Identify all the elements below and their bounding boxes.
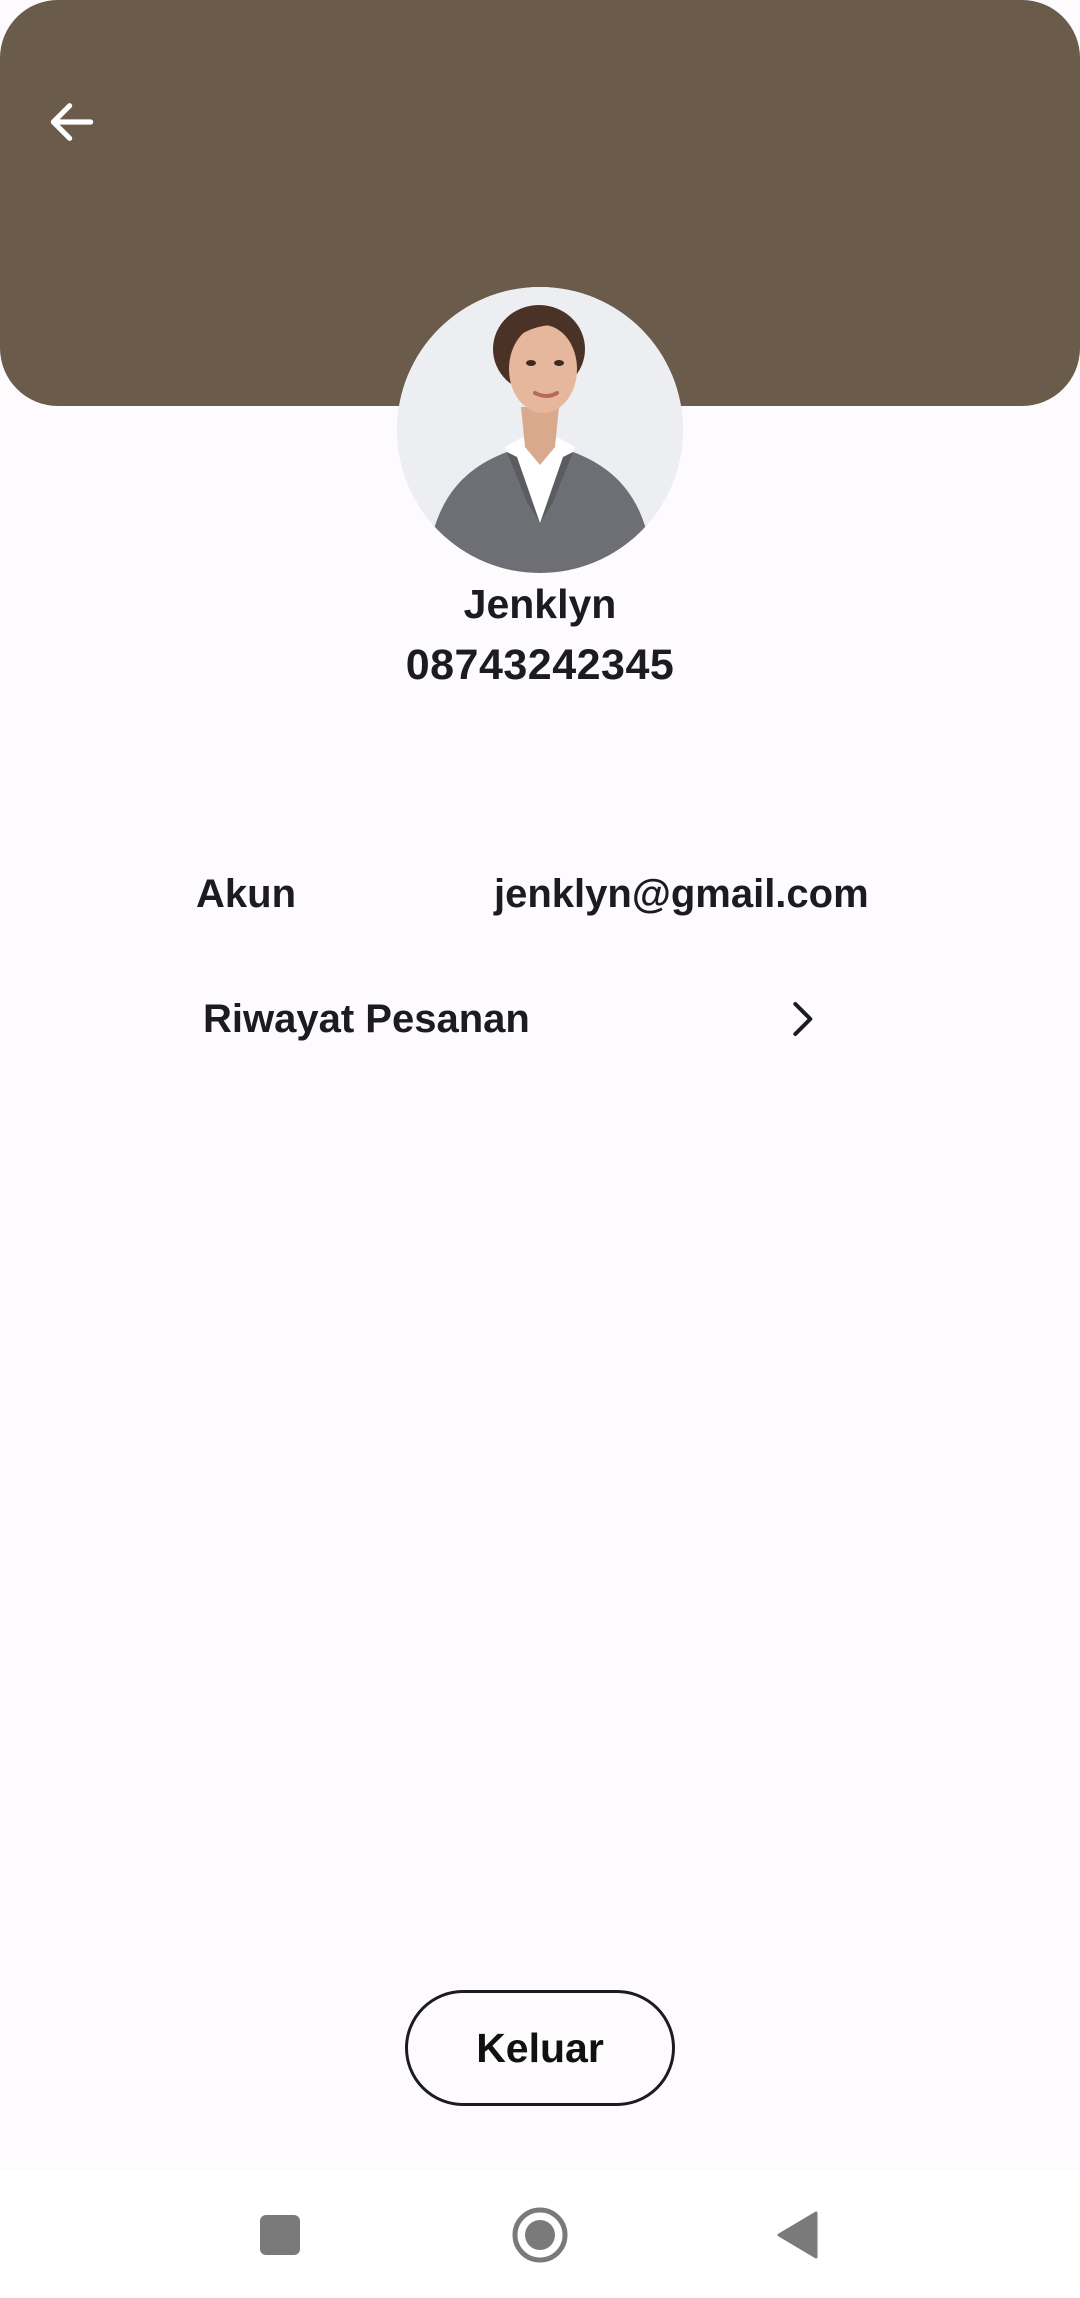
recents-square-icon	[260, 2215, 300, 2255]
chevron-right-icon	[793, 1002, 813, 1036]
back-triangle-icon	[777, 2211, 818, 2259]
recents-button[interactable]	[245, 2200, 315, 2270]
account-email: jenklyn@gmail.com	[494, 872, 869, 916]
back-nav-button[interactable]	[762, 2200, 832, 2270]
profile-name: Jenklyn	[463, 581, 617, 627]
order-history-row[interactable]: Riwayat Pesanan	[190, 986, 850, 1052]
home-button[interactable]	[505, 2200, 575, 2270]
arrow-left-icon	[50, 103, 94, 141]
avatar	[397, 287, 683, 573]
system-navigation-bar	[0, 2170, 1080, 2298]
back-button[interactable]	[34, 84, 110, 160]
home-circle-icon	[512, 2207, 568, 2263]
logout-button[interactable]: Keluar	[405, 1990, 675, 2106]
order-history-label: Riwayat Pesanan	[203, 997, 530, 1041]
profile-phone: 08743242345	[405, 641, 675, 689]
account-label: Akun	[196, 872, 296, 916]
